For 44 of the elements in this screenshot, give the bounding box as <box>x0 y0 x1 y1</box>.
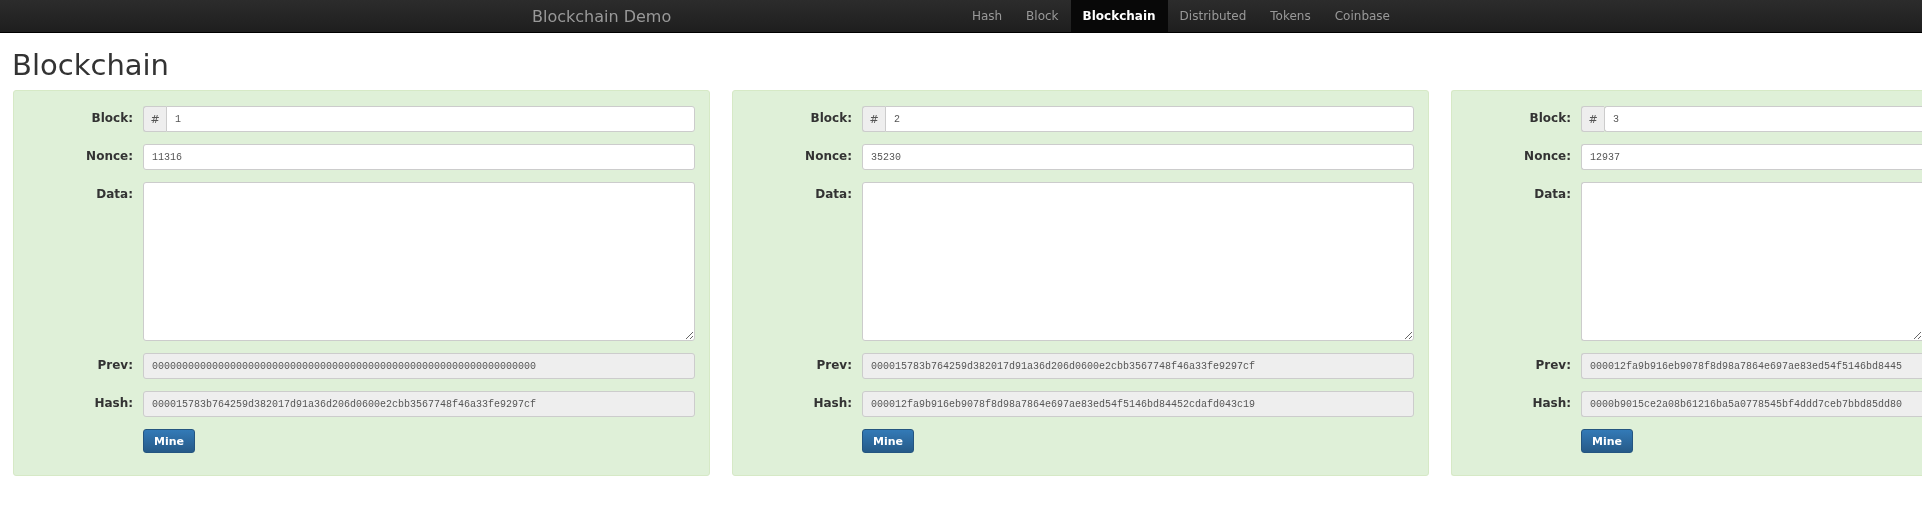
input-prefix: # <box>1581 106 1604 132</box>
field-label: Prev: <box>97 357 133 374</box>
mine-button[interactable]: Mine <box>862 429 914 453</box>
nav-link[interactable]: Block <box>1014 0 1071 32</box>
field-label: Block: <box>810 110 852 127</box>
field-label: Prev: <box>1535 357 1571 374</box>
nav-link[interactable]: Coinbase <box>1322 0 1402 32</box>
nav-link[interactable]: Hash <box>959 0 1015 32</box>
brand-title[interactable]: Blockchain Demo <box>532 0 672 32</box>
field-label: Prev: <box>816 357 852 374</box>
prev-hash-field[interactable]: 0000000000000000000000000000000000000000000000000000000000000000 <box>143 353 695 379</box>
input-prefix: # <box>143 106 166 132</box>
block-number-field[interactable]: 3 <box>1604 106 1922 132</box>
field-label: Block: <box>1529 110 1571 127</box>
field-label: Nonce: <box>805 148 852 165</box>
nonce-field[interactable]: 12937 <box>1581 144 1922 170</box>
nav-link[interactable]: Tokens <box>1258 0 1323 32</box>
field-label: Nonce: <box>1524 148 1571 165</box>
prev-hash-field[interactable]: 000012fa9b916eb9078f8d98a7864e697ae83ed54f5146bd8445 <box>1581 353 1922 379</box>
block-number-field[interactable]: 1 <box>166 106 695 132</box>
field-label: Nonce: <box>86 148 133 165</box>
field-label: Data: <box>96 186 133 203</box>
page-title: Blockchain <box>12 48 170 82</box>
nav-link[interactable]: Distributed <box>1167 0 1259 32</box>
hash-field[interactable]: 000012fa9b916eb9078f8d98a7864e697ae83ed54f5146bd84452cdafd043c19 <box>862 391 1414 417</box>
field-label: Block: <box>91 110 133 127</box>
field-label: Hash: <box>813 395 852 412</box>
data-field[interactable] <box>862 182 1414 341</box>
field-label: Hash: <box>94 395 133 412</box>
nonce-field[interactable]: 11316 <box>143 144 695 170</box>
nav-link[interactable]: Blockchain <box>1070 0 1168 32</box>
field-label: Hash: <box>1532 395 1571 412</box>
data-field[interactable] <box>1581 182 1922 341</box>
hash-field[interactable]: 0000b9015ce2a08b61216ba5a0778545bf4ddd7ceb7bbd85dd80 <box>1581 391 1922 417</box>
block-number-field[interactable]: 2 <box>885 106 1414 132</box>
prev-hash-field[interactable]: 000015783b764259d382017d91a36d206d0600e2cbb3567748f46a33fe9297cf <box>862 353 1414 379</box>
hash-field[interactable]: 000015783b764259d382017d91a36d206d0600e2cbb3567748f46a33fe9297cf <box>143 391 695 417</box>
input-prefix: # <box>862 106 885 132</box>
mine-button[interactable]: Mine <box>1581 429 1633 453</box>
mine-button[interactable]: Mine <box>143 429 195 453</box>
field-label: Data: <box>1534 186 1571 203</box>
nonce-field[interactable]: 35230 <box>862 144 1414 170</box>
data-field[interactable] <box>143 182 695 341</box>
field-label: Data: <box>815 186 852 203</box>
